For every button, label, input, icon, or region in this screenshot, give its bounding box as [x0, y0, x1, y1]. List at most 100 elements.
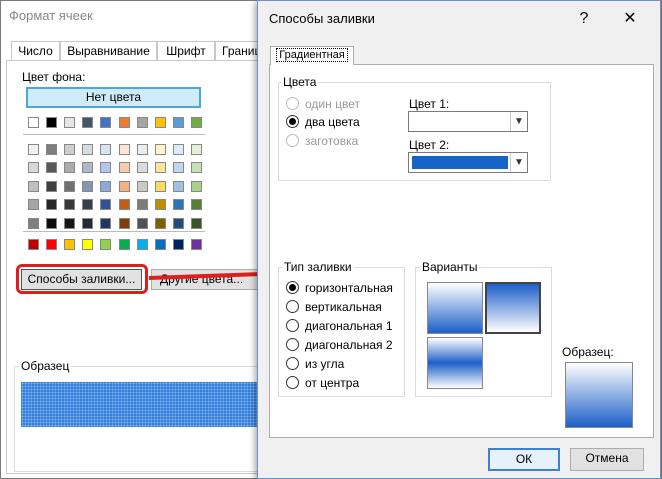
tint-color-swatch[interactable]	[46, 144, 58, 155]
tint-color-swatch[interactable]	[172, 217, 184, 229]
standard-color-swatch[interactable]	[118, 239, 130, 250]
variant-top-right[interactable]	[485, 282, 541, 334]
no-color-button[interactable]: Нет цвета	[26, 87, 201, 108]
tint-color-swatch[interactable]	[64, 217, 76, 229]
tint-color-swatch[interactable]	[82, 162, 94, 174]
radio-horizontal[interactable]	[286, 281, 299, 294]
tint-color-swatch[interactable]	[118, 162, 130, 174]
theme-color-swatch[interactable]	[100, 117, 112, 128]
tint-color-swatch[interactable]	[28, 199, 39, 211]
theme-color-swatch[interactable]	[46, 117, 58, 128]
tint-color-swatch[interactable]	[118, 217, 130, 229]
tint-color-swatch[interactable]	[28, 162, 39, 174]
standard-color-swatch[interactable]	[172, 239, 184, 250]
tint-color-swatch[interactable]	[82, 180, 94, 192]
ok-button[interactable]: ОК	[488, 448, 560, 471]
tint-color-swatch[interactable]	[154, 162, 166, 174]
standard-color-swatch[interactable]	[100, 239, 112, 250]
variants-label: Варианты	[420, 260, 480, 274]
standard-color-swatch[interactable]	[136, 239, 148, 250]
help-button[interactable]: ?	[570, 7, 598, 31]
radio-diagonal-2[interactable]	[286, 338, 299, 351]
theme-color-swatch[interactable]	[154, 117, 166, 128]
shading-styles-label: Тип заливки	[282, 260, 354, 274]
tint-color-swatch[interactable]	[136, 180, 148, 192]
tint-color-swatch[interactable]	[136, 199, 148, 211]
tint-color-swatch[interactable]	[118, 199, 130, 211]
standard-color-swatch[interactable]	[28, 239, 39, 250]
standard-color-swatch[interactable]	[64, 239, 76, 250]
tint-color-swatch[interactable]	[64, 162, 76, 174]
fill-effects-dialog: Способы заливки ? ✕ Градиентная Цвета од…	[257, 0, 661, 479]
radio-vertical[interactable]	[286, 300, 299, 313]
tint-color-swatch[interactable]	[82, 217, 94, 229]
tint-color-swatch[interactable]	[46, 217, 58, 229]
tint-color-swatch[interactable]	[64, 180, 76, 192]
tint-color-swatch[interactable]	[172, 144, 184, 155]
tint-color-swatch[interactable]	[154, 144, 166, 155]
variant-bottom-left[interactable]	[427, 337, 483, 389]
tint-color-swatch[interactable]	[64, 199, 76, 211]
tint-color-swatch[interactable]	[100, 144, 112, 155]
color1-dropdown[interactable]: ▼	[408, 111, 528, 132]
tint-color-swatch[interactable]	[46, 180, 58, 192]
tint-color-swatch[interactable]	[100, 217, 112, 229]
tint-color-swatch[interactable]	[28, 180, 39, 192]
from-center-label: от центра	[305, 376, 360, 390]
tint-color-swatch[interactable]	[100, 180, 112, 192]
standard-color-swatch[interactable]	[154, 239, 166, 250]
tint-color-swatch[interactable]	[154, 199, 166, 211]
tint-color-swatch[interactable]	[136, 144, 148, 155]
radio-one-color[interactable]	[286, 97, 299, 110]
tint-color-swatch[interactable]	[118, 144, 130, 155]
cancel-button[interactable]: Отмена	[570, 448, 644, 471]
theme-color-swatch[interactable]	[190, 117, 202, 128]
tint-color-swatch[interactable]	[154, 180, 166, 192]
tint-color-swatch[interactable]	[82, 199, 94, 211]
tint-color-swatch[interactable]	[154, 217, 166, 229]
fill-effects-button[interactable]: Способы заливки...	[21, 269, 142, 290]
radio-preset[interactable]	[286, 134, 299, 147]
tint-color-swatch[interactable]	[64, 144, 76, 155]
tint-color-swatch[interactable]	[118, 180, 130, 192]
tint-color-swatch[interactable]	[190, 180, 202, 192]
tint-color-swatch[interactable]	[190, 199, 202, 211]
sample-preview	[21, 382, 264, 427]
theme-color-swatch[interactable]	[136, 117, 148, 128]
tint-color-swatch[interactable]	[82, 144, 94, 155]
radio-from-center[interactable]	[286, 376, 299, 389]
radio-diagonal-1[interactable]	[286, 319, 299, 332]
theme-color-swatch[interactable]	[28, 117, 39, 128]
tint-color-swatch[interactable]	[136, 217, 148, 229]
tint-color-swatch[interactable]	[190, 162, 202, 174]
theme-color-swatch[interactable]	[172, 117, 184, 128]
standard-color-swatch[interactable]	[190, 239, 202, 250]
tint-color-swatch[interactable]	[46, 162, 58, 174]
theme-color-swatch[interactable]	[82, 117, 94, 128]
tint-color-swatch[interactable]	[100, 199, 112, 211]
tab-alignment[interactable]: Выравнивание	[60, 41, 157, 61]
radio-from-corner[interactable]	[286, 357, 299, 370]
tint-color-swatch[interactable]	[172, 180, 184, 192]
tint-color-swatch[interactable]	[136, 162, 148, 174]
tint-color-swatch[interactable]	[28, 217, 39, 229]
theme-color-swatch[interactable]	[118, 117, 130, 128]
standard-color-swatch[interactable]	[46, 239, 58, 250]
tab-gradient[interactable]: Градиентная	[270, 46, 354, 65]
tint-color-swatch[interactable]	[46, 199, 58, 211]
tab-font[interactable]: Шрифт	[157, 41, 215, 61]
tint-color-swatch[interactable]	[172, 199, 184, 211]
tint-color-swatch[interactable]	[190, 217, 202, 229]
tint-color-swatch[interactable]	[172, 162, 184, 174]
color2-dropdown[interactable]: ▼	[408, 152, 528, 173]
tint-color-swatch[interactable]	[28, 144, 39, 155]
variant-top-left[interactable]	[427, 282, 483, 334]
close-button[interactable]: ✕	[616, 7, 644, 31]
from-corner-label: из угла	[305, 357, 345, 371]
radio-two-colors[interactable]	[286, 115, 299, 128]
tint-color-swatch[interactable]	[190, 144, 202, 155]
tab-number[interactable]: Число	[11, 41, 60, 61]
standard-color-swatch[interactable]	[82, 239, 94, 250]
tint-color-swatch[interactable]	[100, 162, 112, 174]
theme-color-swatch[interactable]	[64, 117, 76, 128]
